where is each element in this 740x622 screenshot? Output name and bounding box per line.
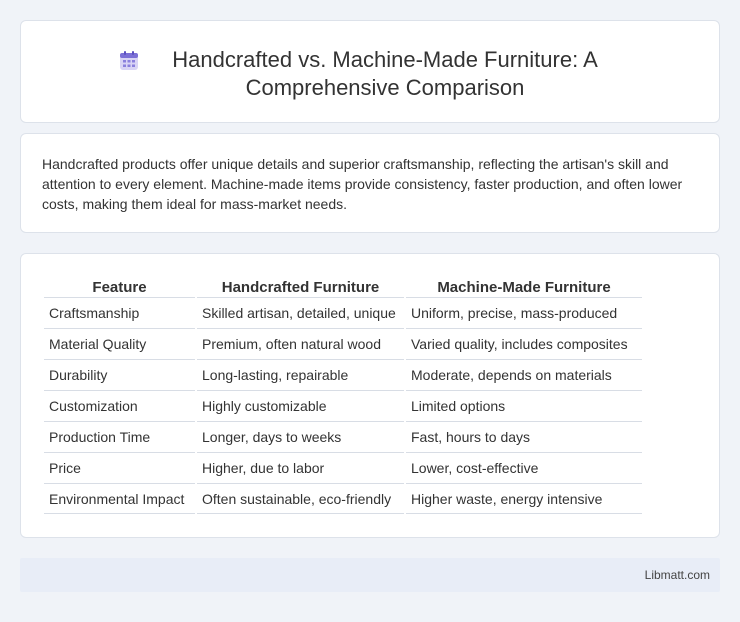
- handcrafted-cell: Often sustainable, eco-friendly: [197, 483, 404, 514]
- machine-made-cell: Limited options: [406, 390, 642, 421]
- feature-cell: Durability: [44, 359, 195, 390]
- feature-cell: Price: [44, 452, 195, 483]
- intro-card: Handcrafted products offer unique detail…: [20, 133, 720, 233]
- table-row: Production Time Longer, days to weeks Fa…: [44, 421, 642, 452]
- machine-made-cell: Uniform, precise, mass-produced: [406, 297, 642, 328]
- table-row: Price Higher, due to labor Lower, cost-e…: [44, 452, 642, 483]
- machine-made-cell: Fast, hours to days: [406, 421, 642, 452]
- machine-made-cell: Higher waste, energy intensive: [406, 483, 642, 514]
- handcrafted-cell: Skilled artisan, detailed, unique: [197, 297, 404, 328]
- table-row: Material Quality Premium, often natural …: [44, 328, 642, 359]
- title-card: Handcrafted vs. Machine-Made Furniture: …: [20, 20, 720, 123]
- comparison-card: Feature Handcrafted Furniture Machine-Ma…: [20, 253, 720, 538]
- table-row: Craftsmanship Skilled artisan, detailed,…: [44, 297, 642, 328]
- column-header-feature: Feature: [92, 278, 147, 296]
- column-header-handcrafted: Handcrafted Furniture: [221, 278, 380, 296]
- table-row: Durability Long-lasting, repairable Mode…: [44, 359, 642, 390]
- feature-cell: Craftsmanship: [44, 297, 195, 328]
- feature-cell: Customization: [44, 390, 195, 421]
- title-wrap: Handcrafted vs. Machine-Made Furniture: …: [21, 46, 719, 102]
- feature-cell: Environmental Impact: [44, 483, 195, 514]
- feature-cell: Material Quality: [44, 328, 195, 359]
- table-header-row: Feature Handcrafted Furniture Machine-Ma…: [44, 275, 642, 297]
- intro-paragraph: Handcrafted products offer unique detail…: [42, 156, 683, 212]
- feature-cell: Production Time: [44, 421, 195, 452]
- machine-made-cell: Lower, cost-effective: [406, 452, 642, 483]
- handcrafted-cell: Premium, often natural wood: [197, 328, 404, 359]
- table-row: Customization Highly customizable Limite…: [44, 390, 642, 421]
- machine-made-cell: Moderate, depends on materials: [406, 359, 642, 390]
- page-title: Handcrafted vs. Machine-Made Furniture: …: [172, 47, 598, 100]
- machine-made-cell: Varied quality, includes composites: [406, 328, 642, 359]
- handcrafted-cell: Longer, days to weeks: [197, 421, 404, 452]
- handcrafted-cell: Highly customizable: [197, 390, 404, 421]
- handcrafted-cell: Long-lasting, repairable: [197, 359, 404, 390]
- handcrafted-cell: Higher, due to labor: [197, 452, 404, 483]
- footer-bar: Libmatt.com: [20, 558, 720, 592]
- footer-site-link[interactable]: Libmatt.com: [645, 568, 710, 582]
- table-row: Environmental Impact Often sustainable, …: [44, 483, 642, 514]
- calendar-icon: [120, 51, 138, 70]
- column-header-machine-made: Machine-Made Furniture: [437, 278, 611, 296]
- comparison-table: Feature Handcrafted Furniture Machine-Ma…: [42, 275, 644, 514]
